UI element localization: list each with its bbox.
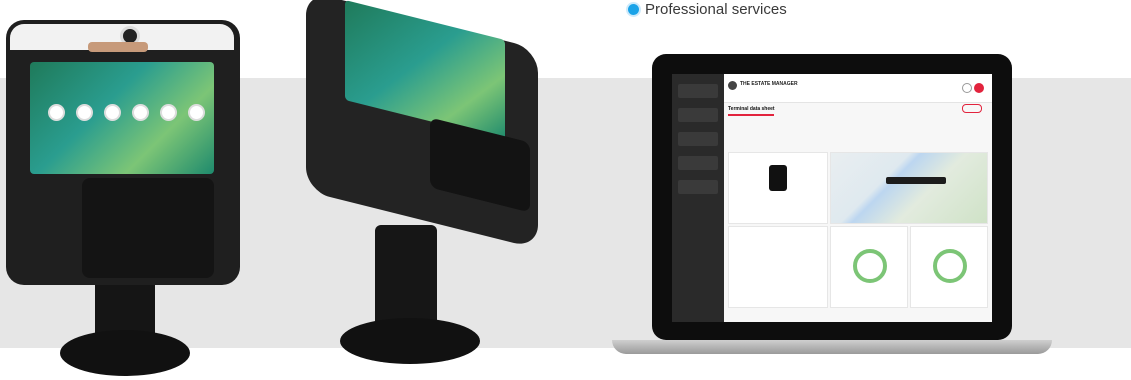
payment-terminal-angled (290, 0, 560, 380)
gauge-ring (853, 249, 887, 283)
device-thumbnail (769, 165, 787, 191)
settings-icon (962, 83, 972, 93)
sidebar-item (678, 156, 718, 170)
terminal-screen (30, 62, 214, 174)
terminal-base (60, 330, 190, 376)
gauge-ring (933, 249, 967, 283)
laptop-screen: THE ESTATE MANAGER Terminal data sheet (672, 74, 992, 322)
sidebar (672, 74, 724, 322)
app-icon (188, 104, 205, 121)
sidebar-item (678, 84, 718, 98)
sidebar-item (678, 108, 718, 122)
app-icon (160, 104, 177, 121)
gauge-card (910, 226, 988, 308)
action-button (962, 104, 982, 113)
app-icon (104, 104, 121, 121)
bullet-dot-icon (628, 3, 639, 15)
app-header: THE ESTATE MANAGER (724, 74, 992, 103)
app-title: THE ESTATE MANAGER (740, 81, 798, 87)
laptop: THE ESTATE MANAGER Terminal data sheet (612, 54, 1052, 354)
title-underline (728, 114, 774, 116)
terminal-base (340, 318, 480, 364)
brand-plate (88, 42, 148, 52)
bullet-text: Professional services (645, 0, 787, 18)
app-icon (48, 104, 65, 121)
laptop-base (612, 340, 1052, 354)
map-tooltip (886, 177, 946, 184)
info-card (728, 226, 828, 308)
app-icon (132, 104, 149, 121)
page-title-text: Terminal data sheet (728, 106, 775, 112)
notification-icon (974, 83, 984, 93)
sidebar-item (678, 132, 718, 146)
app-icon (76, 104, 93, 121)
app-logo-icon (728, 81, 737, 90)
sidebar-item (678, 180, 718, 194)
pin-keypad (82, 178, 214, 278)
device-card (728, 152, 828, 224)
payment-terminal-front (0, 0, 260, 380)
bullet-item: Professional services (628, 0, 787, 18)
map-card (830, 152, 988, 224)
page-title: Terminal data sheet (728, 106, 775, 116)
gauge-card (830, 226, 908, 308)
